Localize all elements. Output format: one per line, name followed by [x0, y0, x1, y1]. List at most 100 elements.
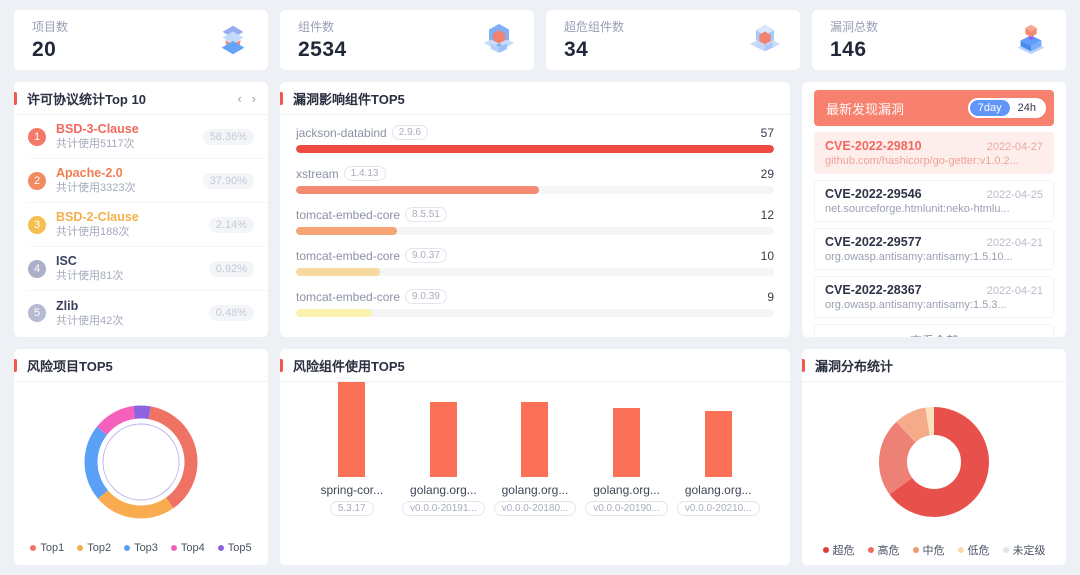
vuln-distribution-panel: 漏洞分布统计 超危高危中危低危未定级	[802, 349, 1066, 565]
layers-icon	[214, 21, 252, 59]
legend-item-Top1[interactable]: Top1	[30, 542, 64, 554]
license-texts: ISC 共计使用81次	[56, 254, 209, 283]
rank-badge: 4	[28, 260, 46, 278]
cve-list-item[interactable]: CVE-2022-28367 2022-04-21 org.owasp.anti…	[814, 276, 1054, 318]
legend-item-低危[interactable]: 低危	[958, 542, 990, 558]
legend-item-Top4[interactable]: Top4	[171, 542, 205, 554]
legend-label: 中危	[923, 542, 945, 558]
bar[interactable]	[430, 402, 457, 477]
license-list-item[interactable]: 3 BSD-2-Clause 共计使用188次 2.14%	[28, 203, 268, 247]
legend-label: 未定级	[1013, 542, 1046, 558]
stat-card-2: 组件数 2534	[280, 10, 534, 70]
next-page-arrow-icon[interactable]: ›	[252, 91, 256, 106]
component-version-chip: 1.4.13	[344, 166, 386, 181]
vuln-box-icon	[1012, 21, 1050, 59]
view-all-button[interactable]: 查看全部	[814, 324, 1054, 337]
hbar-row[interactable]: tomcat-embed-core 8.5.51 12	[296, 207, 774, 235]
hbar-row[interactable]: xstream 1.4.13 29	[296, 166, 774, 194]
cve-id: CVE-2022-29577	[825, 235, 922, 249]
license-panel-title: 许可协议统计Top 10	[27, 89, 146, 108]
component-name: golang.org...	[502, 483, 569, 497]
stat-value: 20	[32, 38, 68, 62]
risk-projects-donut-chart[interactable]	[14, 382, 268, 542]
cve-package: org.owasp.antisamy:antisamy:1.5.10...	[825, 251, 1043, 263]
stat-texts: 超危组件数 34	[564, 18, 624, 62]
dashboard-page: 项目数 20 组件数 2534 超危组件数 34 漏洞总数 146 许可协议统计…	[0, 0, 1080, 575]
license-usage: 共计使用188次	[56, 225, 209, 239]
bar[interactable]	[705, 411, 732, 477]
legend-item-Top2[interactable]: Top2	[77, 542, 111, 554]
hbar-row[interactable]: tomcat-embed-core 9.0.39 9	[296, 289, 774, 317]
license-list-item[interactable]: 2 Apache-2.0 共计使用3323次 37.90%	[28, 159, 268, 203]
title-accent-bar	[280, 359, 283, 372]
legend-item-Top5[interactable]: Top5	[218, 542, 252, 554]
cve-list: CVE-2022-29810 2022-04-27 github.com/has…	[802, 132, 1066, 318]
donut-segment-Top4[interactable]	[83, 404, 199, 520]
toggle-option-7day[interactable]: 7day	[970, 100, 1010, 116]
prev-page-arrow-icon[interactable]: ‹	[237, 91, 241, 106]
vbar-column[interactable]: golang.org... v0.0.0-20180...	[489, 402, 581, 516]
license-percent-badge: 0.48%	[209, 305, 254, 321]
legend-item-超危[interactable]: 超危	[823, 542, 855, 558]
stat-value: 34	[564, 38, 624, 62]
donut-segment-Top3[interactable]	[83, 404, 199, 520]
license-name: Zlib	[56, 299, 209, 314]
legend-dot	[30, 545, 36, 551]
license-list-item[interactable]: 4 ISC 共计使用81次 0.92%	[28, 247, 268, 291]
risk-components-title: 风险组件使用TOP5	[293, 356, 405, 375]
toggle-option-24h[interactable]: 24h	[1010, 100, 1044, 116]
license-percent-badge: 2.14%	[209, 217, 254, 233]
legend-item-高危[interactable]: 高危	[868, 542, 900, 558]
stat-label: 漏洞总数	[830, 18, 878, 35]
cve-id: CVE-2022-28367	[825, 283, 922, 297]
stat-card-1: 项目数 20	[14, 10, 268, 70]
cve-list-item[interactable]: CVE-2022-29810 2022-04-27 github.com/has…	[814, 132, 1054, 174]
vbar-column[interactable]: spring-cor... 5.3.17	[306, 382, 398, 516]
legend-item-未定级[interactable]: 未定级	[1003, 542, 1046, 558]
bar-fill	[296, 186, 539, 194]
risk-components-header: 风险组件使用TOP5	[280, 349, 790, 382]
bar[interactable]	[613, 408, 640, 477]
license-name: BSD-3-Clause	[56, 122, 203, 137]
component-version-chip: 2.9.6	[392, 125, 428, 140]
hbar-row[interactable]: tomcat-embed-core 9.0.37 10	[296, 248, 774, 276]
cve-package: net.sourceforge.htmlunit:neko-htmlu...	[825, 203, 1043, 215]
legend-item-中危[interactable]: 中危	[913, 542, 945, 558]
vbar-column[interactable]: golang.org... v0.0.0-20210...	[672, 411, 764, 516]
latest-vulns-banner: 最新发现漏洞 7day24h	[814, 90, 1054, 126]
bar[interactable]	[521, 402, 548, 477]
vbar-column[interactable]: golang.org... v0.0.0-20190...	[581, 408, 673, 516]
legend-dot	[218, 545, 224, 551]
component-name: golang.org...	[685, 483, 752, 497]
cve-list-item[interactable]: CVE-2022-29577 2022-04-21 org.owasp.anti…	[814, 228, 1054, 270]
license-texts: BSD-3-Clause 共计使用5117次	[56, 122, 203, 151]
license-usage: 共计使用42次	[56, 314, 209, 328]
vbar-column[interactable]: golang.org... v0.0.0-20191...	[398, 402, 490, 516]
vuln-components-panel: 漏洞影响组件TOP5 jackson-databind 2.9.6 57 xst…	[280, 82, 790, 337]
stat-card-4: 漏洞总数 146	[812, 10, 1066, 70]
license-list-item[interactable]: 1 BSD-3-Clause 共计使用5117次 58.36%	[28, 115, 268, 159]
stat-value: 2534	[298, 38, 347, 62]
component-version-chip: v0.0.0-20180...	[494, 501, 577, 516]
stat-texts: 组件数 2534	[298, 18, 347, 62]
legend-item-Top3[interactable]: Top3	[124, 542, 158, 554]
bar[interactable]	[338, 382, 365, 477]
rank-badge: 2	[28, 172, 46, 190]
component-version-chip: 9.0.37	[405, 248, 447, 263]
risk-components-bar-chart[interactable]: spring-cor... 5.3.17 golang.org... v0.0.…	[280, 382, 790, 516]
donut-segment-Top2[interactable]	[83, 404, 199, 520]
component-name: spring-cor...	[320, 483, 383, 497]
donut-segment-Top5[interactable]	[83, 404, 199, 520]
license-name: BSD-2-Clause	[56, 210, 209, 225]
hbar-label-line: tomcat-embed-core 9.0.37 10	[296, 248, 774, 263]
cve-package: org.owasp.antisamy:antisamy:1.5.3...	[825, 299, 1043, 311]
license-percent-badge: 58.36%	[203, 129, 254, 145]
latest-vulns-panel: 最新发现漏洞 7day24h CVE-2022-29810 2022-04-27…	[802, 82, 1066, 337]
hbar-row[interactable]: jackson-databind 2.9.6 57	[296, 125, 774, 153]
risk-projects-panel: 风险项目TOP5 Top1Top2Top3Top4Top5	[14, 349, 268, 565]
vuln-distribution-donut-chart[interactable]	[802, 382, 1066, 542]
cve-list-item[interactable]: CVE-2022-29546 2022-04-25 net.sourceforg…	[814, 180, 1054, 222]
license-list-item[interactable]: 5 Zlib 共计使用42次 0.48%	[28, 291, 268, 335]
legend-label: 低危	[968, 542, 990, 558]
donut-segment-Top1[interactable]	[83, 404, 199, 520]
